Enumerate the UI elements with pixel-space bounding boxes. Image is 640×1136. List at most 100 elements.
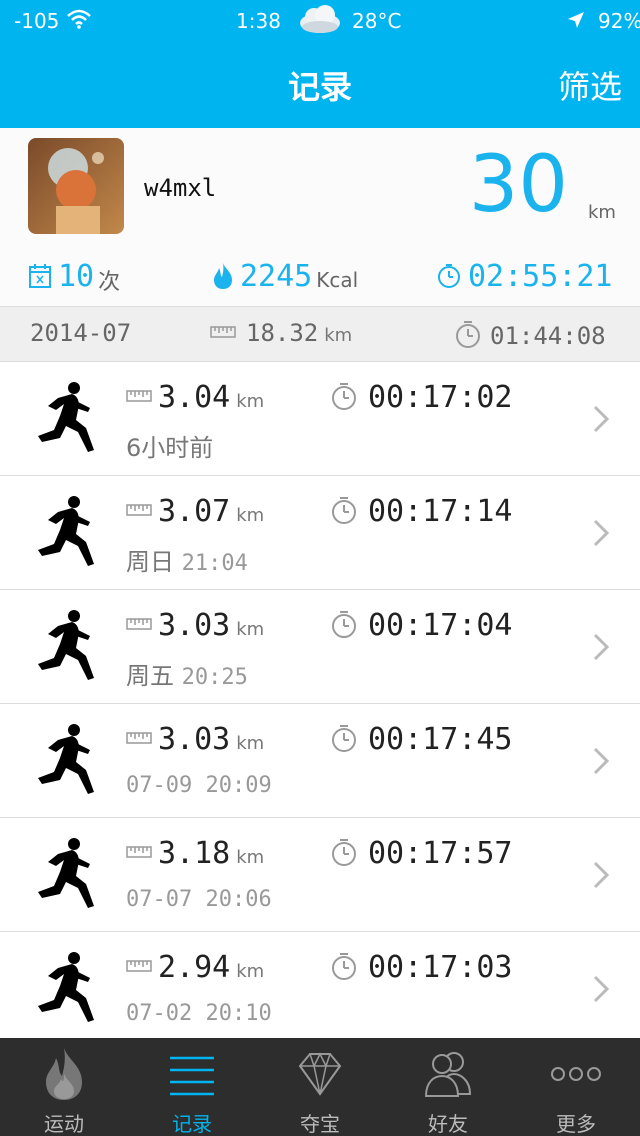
run-count: 10 bbox=[58, 258, 95, 294]
ruler-icon bbox=[126, 616, 152, 635]
tab-treasure[interactable]: 夺宝 bbox=[256, 1038, 384, 1136]
flame-icon bbox=[212, 262, 234, 290]
record-row[interactable]: 3.04 km 00:17:02 6小时前 bbox=[0, 362, 640, 476]
ruler-icon bbox=[126, 502, 152, 521]
run-count-stat: 10 次 bbox=[28, 256, 120, 296]
more-icon bbox=[512, 1046, 640, 1102]
filter-button[interactable]: 筛选 bbox=[558, 62, 622, 108]
record-date-label: 周五 bbox=[126, 662, 174, 690]
month-duration: 01:44:08 bbox=[454, 319, 606, 353]
username: w4mxl bbox=[144, 174, 217, 202]
record-date: 07-07 20:06 bbox=[126, 884, 272, 912]
chevron-right-icon bbox=[592, 746, 610, 780]
record-distance: 2.94 bbox=[158, 950, 231, 985]
stopwatch-icon bbox=[436, 263, 462, 289]
run-count-unit: 次 bbox=[98, 270, 121, 295]
record-date-label: 6小时前 bbox=[126, 434, 214, 462]
month-distance-unit: km bbox=[324, 324, 353, 346]
ruler-icon bbox=[126, 730, 152, 749]
record-distance: 3.03 bbox=[158, 608, 231, 643]
tab-label: 夺宝 bbox=[300, 1112, 340, 1136]
ruler-icon bbox=[126, 388, 152, 407]
record-date: 6小时前 bbox=[126, 428, 213, 463]
record-row[interactable]: 3.03 km 00:17:04 周五 20:25 bbox=[0, 590, 640, 704]
total-time-stat: 02:55:21 bbox=[436, 256, 613, 296]
location-arrow-icon bbox=[566, 10, 586, 35]
record-date-time: 07-07 20:06 bbox=[126, 887, 272, 912]
record-duration: 00:17:14 bbox=[368, 494, 513, 529]
runner-icon bbox=[34, 722, 106, 802]
signal-strength: -105 bbox=[14, 9, 60, 33]
tab-more[interactable]: 更多 bbox=[512, 1038, 640, 1136]
chevron-right-icon bbox=[592, 518, 610, 552]
tab-label: 运动 bbox=[44, 1112, 84, 1136]
calories-unit: Kcal bbox=[316, 268, 359, 292]
total-time: 02:55:21 bbox=[468, 258, 613, 294]
runner-icon bbox=[34, 950, 106, 1030]
record-duration: 00:17:57 bbox=[368, 836, 513, 871]
month-label: 2014-07 bbox=[30, 319, 132, 347]
tab-records[interactable]: 记录 bbox=[128, 1038, 256, 1136]
record-duration: 00:17:02 bbox=[368, 380, 513, 415]
cloud-icon bbox=[296, 3, 344, 42]
record-date: 07-09 20:09 bbox=[126, 770, 272, 798]
status-temperature: 28°C bbox=[352, 9, 402, 33]
record-date: 周日 21:04 bbox=[126, 542, 248, 577]
record-date: 07-02 20:10 bbox=[126, 998, 272, 1026]
record-distance: 3.18 bbox=[158, 836, 231, 871]
record-date: 周五 20:25 bbox=[126, 656, 248, 691]
diamond-icon bbox=[256, 1046, 384, 1102]
stopwatch-icon bbox=[454, 319, 482, 353]
wifi-icon bbox=[66, 8, 92, 35]
battery-level: 92% bbox=[598, 9, 640, 33]
stopwatch-icon bbox=[330, 495, 358, 529]
record-row[interactable]: 3.07 km 00:17:14 周日 21:04 bbox=[0, 476, 640, 590]
profile-summary: w4mxl 30 km 10 次 2245 Kcal 02:55:21 bbox=[0, 128, 640, 306]
tab-exercise[interactable]: 运动 bbox=[0, 1038, 128, 1136]
record-distance: 3.07 bbox=[158, 494, 231, 529]
record-duration: 00:17:04 bbox=[368, 608, 513, 643]
record-row[interactable]: 2.94 km 00:17:03 07-02 20:10 bbox=[0, 932, 640, 1046]
chevron-right-icon bbox=[592, 404, 610, 438]
tab-label: 记录 bbox=[172, 1112, 212, 1136]
list-icon bbox=[128, 1046, 256, 1102]
page-title: 记录 bbox=[287, 68, 352, 106]
chevron-right-icon bbox=[592, 974, 610, 1008]
record-distance-unit: km bbox=[236, 961, 265, 982]
record-distance: 3.03 bbox=[158, 722, 231, 757]
tab-bar: 运动 记录 夺宝 好友 更多 bbox=[0, 1038, 640, 1136]
tab-label: 好友 bbox=[428, 1112, 468, 1136]
flame-icon bbox=[0, 1046, 128, 1102]
avatar[interactable] bbox=[28, 138, 124, 234]
record-row[interactable]: 3.18 km 00:17:57 07-07 20:06 bbox=[0, 818, 640, 932]
record-date-time: 07-09 20:09 bbox=[126, 773, 272, 798]
total-distance-unit: km bbox=[588, 202, 616, 223]
tab-label: 更多 bbox=[556, 1112, 596, 1136]
month-distance-value: 18.32 bbox=[246, 319, 319, 347]
record-date-time: 20:25 bbox=[181, 665, 248, 690]
record-distance-unit: km bbox=[236, 733, 265, 754]
ruler-icon bbox=[126, 844, 152, 863]
month-summary: 2014-07 18.32 km 01:44:08 bbox=[0, 306, 640, 362]
runner-icon bbox=[34, 380, 106, 460]
record-date-label: 周日 bbox=[126, 548, 174, 576]
stopwatch-icon bbox=[330, 837, 358, 871]
tab-friends[interactable]: 好友 bbox=[384, 1038, 512, 1136]
status-bar: -105 1:38 28°C 92% bbox=[0, 0, 640, 40]
calendar-icon bbox=[28, 263, 52, 289]
month-distance: 18.32 km bbox=[210, 319, 352, 347]
friends-icon bbox=[384, 1046, 512, 1102]
runner-icon bbox=[34, 494, 106, 574]
record-date-time: 07-02 20:10 bbox=[126, 1001, 272, 1026]
record-row[interactable]: 3.03 km 00:17:45 07-09 20:09 bbox=[0, 704, 640, 818]
record-list: 3.04 km 00:17:02 6小时前 3.07 km 00:17:14 周日 … bbox=[0, 362, 640, 1046]
record-distance: 3.04 bbox=[158, 380, 231, 415]
runner-icon bbox=[34, 836, 106, 916]
calories-value: 2245 bbox=[240, 258, 313, 294]
record-duration: 00:17:45 bbox=[368, 722, 513, 757]
stopwatch-icon bbox=[330, 951, 358, 985]
total-distance: 30 bbox=[468, 140, 568, 230]
stopwatch-icon bbox=[330, 609, 358, 643]
record-distance-unit: km bbox=[236, 619, 265, 640]
ruler-icon bbox=[210, 324, 236, 343]
